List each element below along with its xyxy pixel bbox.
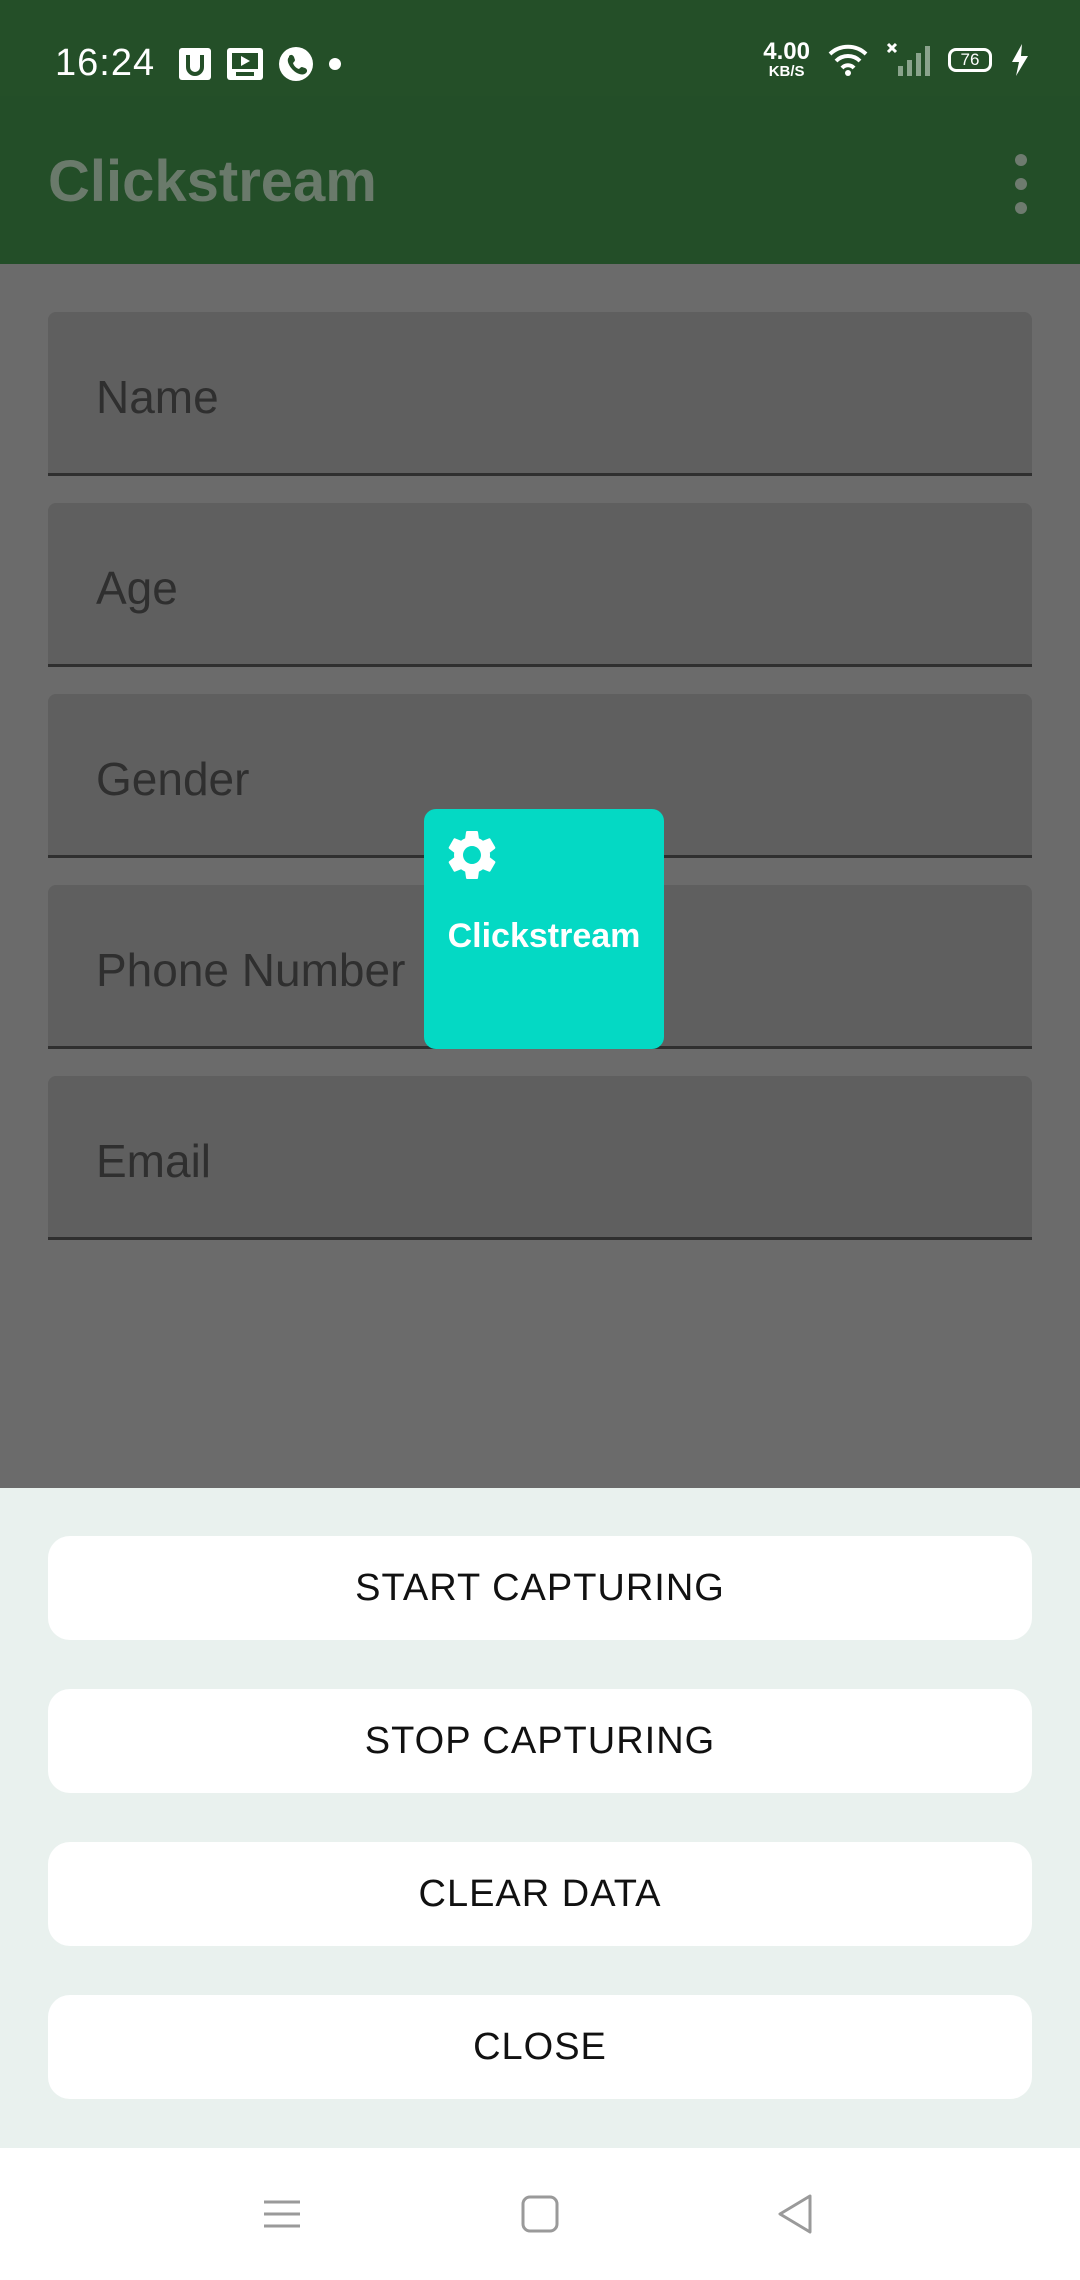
home-icon[interactable] — [510, 2184, 570, 2244]
app-bar: Clickstream — [0, 96, 1080, 264]
app-title: Clickstream — [48, 149, 377, 214]
battery-indicator: 76 — [948, 47, 992, 72]
status-bar: 16:24 4.00 KB/S 76 — [0, 0, 1080, 96]
email-placeholder: Email — [96, 1135, 212, 1187]
phone-number-placeholder: Phone Number — [96, 944, 406, 996]
net-speed: 4.00 KB/S — [763, 38, 810, 80]
charging-icon — [1012, 43, 1028, 76]
email-field[interactable]: Email — [48, 1076, 1032, 1240]
signal-icon — [886, 42, 930, 76]
age-field[interactable]: Age — [48, 503, 1032, 667]
status-right: 4.00 KB/S 76 — [763, 40, 1030, 79]
u-app-icon — [179, 48, 211, 80]
bottom-sheet: START CAPTURING STOP CAPTURING CLEAR DAT… — [0, 1488, 1080, 2148]
overflow-menu-icon[interactable] — [1014, 154, 1028, 214]
name-placeholder: Name — [96, 371, 219, 423]
phone-icon — [279, 47, 313, 81]
start-capturing-button[interactable]: START CAPTURING — [48, 1536, 1032, 1640]
overlay-label: Clickstream — [447, 917, 641, 955]
back-icon[interactable] — [766, 2184, 826, 2244]
wifi-icon — [828, 44, 868, 76]
status-time: 16:24 — [55, 42, 156, 84]
clear-data-button[interactable]: CLEAR DATA — [48, 1842, 1032, 1946]
gender-placeholder: Gender — [96, 753, 250, 805]
clickstream-overlay-bubble[interactable]: Clickstream — [424, 809, 664, 1049]
notification-icons — [178, 44, 342, 84]
name-field[interactable]: Name — [48, 312, 1032, 476]
close-button[interactable]: CLOSE — [48, 1995, 1032, 2099]
navigation-bar — [0, 2148, 1080, 2280]
gear-icon — [448, 830, 496, 879]
dot-icon — [329, 58, 341, 70]
stop-capturing-button[interactable]: STOP CAPTURING — [48, 1689, 1032, 1793]
video-icon — [227, 48, 263, 80]
menu-icon[interactable] — [252, 2184, 312, 2244]
age-placeholder: Age — [96, 562, 178, 614]
